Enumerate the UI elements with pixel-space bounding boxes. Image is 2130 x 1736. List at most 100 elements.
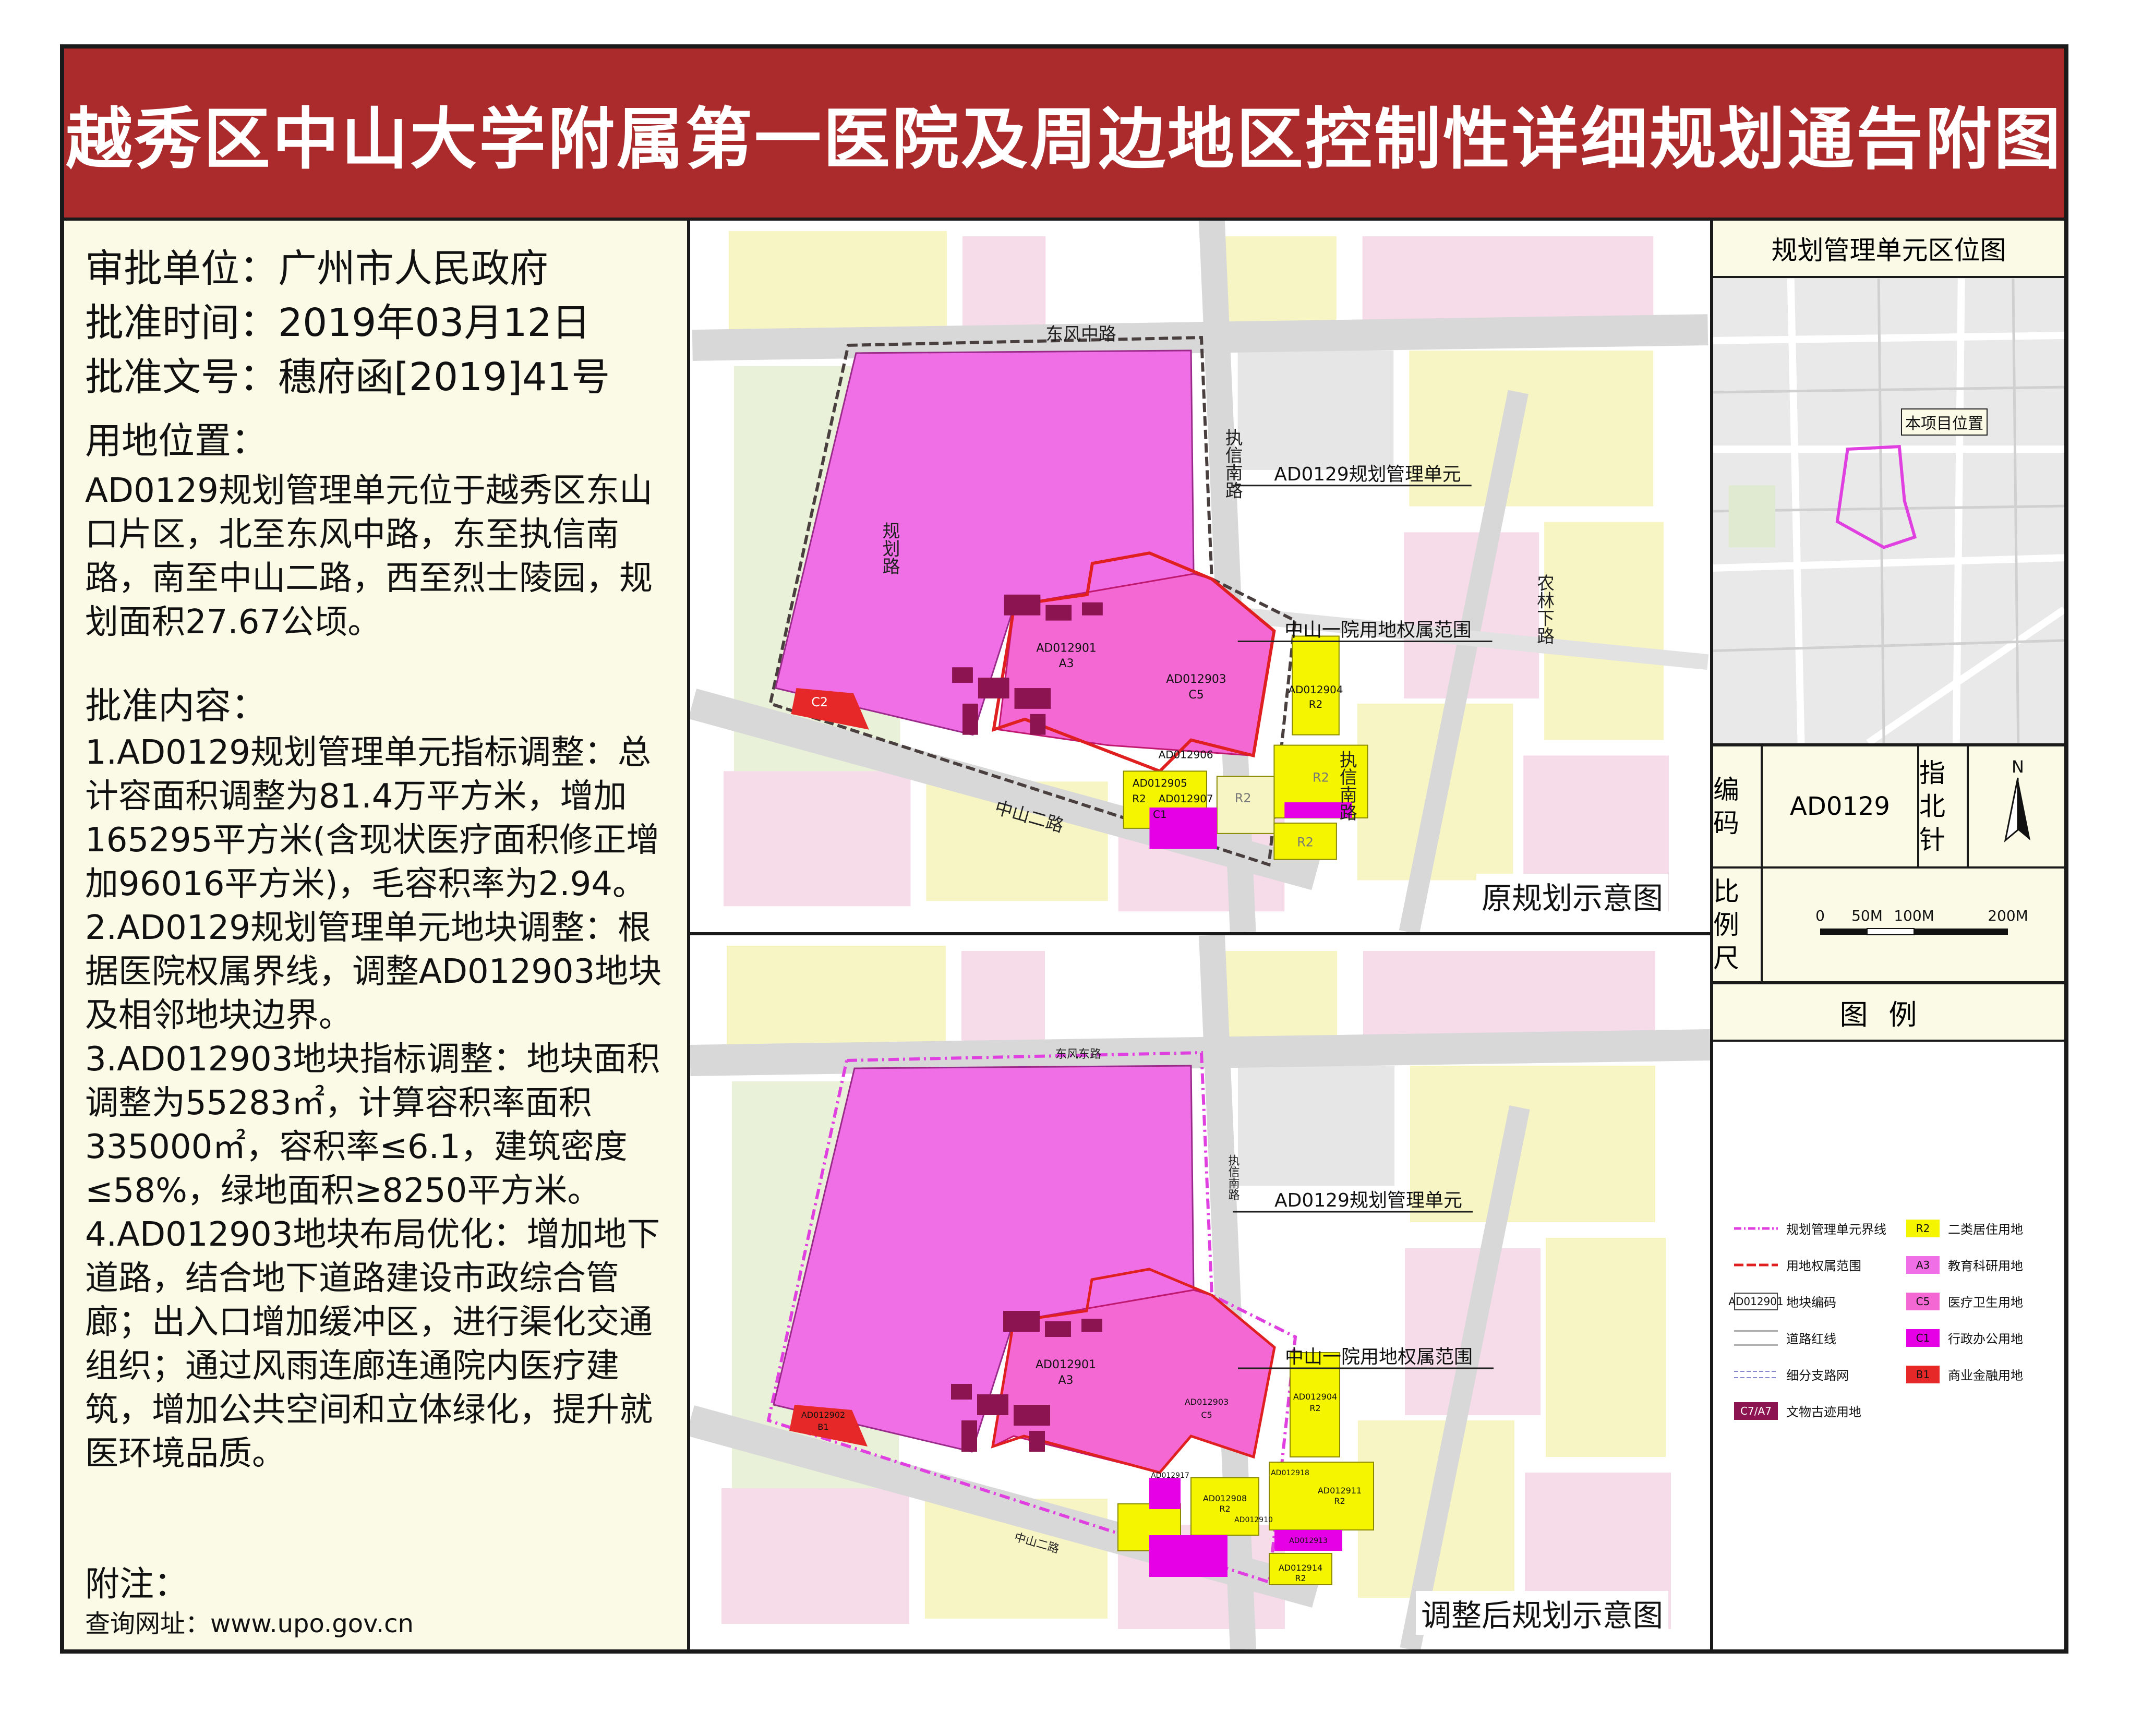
legend-a3: A3 教育科研用地 <box>1906 1256 2023 1274</box>
map-frame: 越秀区中山大学附属第一医院及周边地区控制性详细规划通告附图 审批单位：广州市人民… <box>60 44 2068 1654</box>
content-item-4: 4.AD012903地块布局优化：增加地下道路，结合地下道路建设市政综合管廊；出… <box>85 1215 660 1473</box>
legend-heritage: C7/A7 文物古迹用地 <box>1734 1402 1861 1420</box>
parcel-901-code: AD012901 <box>1036 642 1096 655</box>
callout-unit: AD0129规划管理单元 <box>1274 464 1461 485</box>
parcel-918-code: AD012918 <box>1271 1469 1309 1477</box>
scale-bar: 0 50M 100M 200M <box>1763 869 2067 981</box>
north-arrow-label: 指北针 <box>1919 746 1969 866</box>
parcel-901-use: A3 <box>1058 1374 1073 1387</box>
parcel-911-code: AD012911 <box>1318 1486 1362 1496</box>
note-title: 附注： <box>85 1564 188 1604</box>
road-east-label: 执信南路 <box>1222 428 1243 499</box>
parcel-c1-912 <box>1149 1535 1228 1577</box>
parcel-917-code: AD012917 <box>1151 1472 1189 1480</box>
location-text: AD0129规划管理单元位于越秀区东山口片区，北至东风中路，东至执信南路，南至中… <box>85 472 653 642</box>
road-west-label: 规划路 <box>880 522 900 575</box>
parcel-903-code: AD012903 <box>1166 673 1226 686</box>
branch-road-swatch <box>1734 1370 1778 1378</box>
content-item-2: 2.AD0129规划管理单元地块调整：根据医院权属界线，调整AD012903地块… <box>85 909 662 1035</box>
parcel-c1-label: C1 <box>1153 809 1167 821</box>
scale-row: 比例尺 0 50M 100M 200M <box>1713 869 2064 984</box>
parcel-r2b-label: R2 <box>1235 791 1251 805</box>
scale-tick-200: 200M <box>1988 907 2028 924</box>
parcel-914-use: R2 <box>1295 1573 1306 1583</box>
parcel-r2c-label: R2 <box>1297 835 1314 850</box>
road-north-label: 东风中路 <box>1045 324 1116 344</box>
info-panel: 审批单位：广州市人民政府 批准时间：2019年03月12日 批准文号：穗府函[2… <box>64 221 690 1649</box>
parcel-903-use: C5 <box>1201 1410 1212 1420</box>
svg-text:N: N <box>2012 757 2024 777</box>
parcel-907-code: AD012907 <box>1159 793 1213 805</box>
north-arrow-icon: N <box>2004 757 2030 842</box>
location-map: 本项目位置 <box>1713 278 2064 746</box>
road-east2-label: 执信南路 <box>1337 750 1357 821</box>
parcel-c2-label: C2 <box>811 695 828 709</box>
location-map-svg <box>1713 278 2064 743</box>
adjusted-plan-map: 东风东路 执信南路 中山二路 AD012901 A3 AD012902 B1 A… <box>690 935 1710 1649</box>
legend-c1: C1 行政办公用地 <box>1906 1329 2023 1347</box>
code-label: 编码 <box>1713 746 1763 866</box>
callout-hospital: 中山一院用地权属范围 <box>1284 619 1471 641</box>
road-far-east-label: 农林下路 <box>1534 574 1555 645</box>
approval-date: 批准时间：2019年03月12日 <box>85 300 591 345</box>
title-bar: 越秀区中山大学附属第一医院及周边地区控制性详细规划通告附图 <box>64 49 2064 221</box>
code-value: AD0129 <box>1763 746 1919 866</box>
parcel-c1-917 <box>1149 1478 1181 1509</box>
approval-number: 批准文号：穗府函[2019]41号 <box>85 355 610 400</box>
unit-boundary-swatch <box>1734 1227 1778 1229</box>
legend-parcel-code: AD012901 地块编码 <box>1728 1292 1836 1310</box>
scale-tick-0: 0 <box>1815 907 1825 924</box>
approval-unit: 审批单位：广州市人民政府 <box>85 246 548 291</box>
parcel-r2a-label: R2 <box>1313 770 1329 785</box>
parcel-904-code: AD012904 <box>1289 684 1343 696</box>
ownership-swatch <box>1734 1263 1778 1266</box>
legend-unit-boundary: 规划管理单元界线 <box>1734 1219 1886 1237</box>
content-item-3: 3.AD012903地块指标调整：地块面积调整为55283㎡，计算容积率面积33… <box>85 1040 660 1210</box>
parcel-908-use: R2 <box>1219 1504 1230 1514</box>
legend: 规划管理单元界线 用地权属范围 AD012901 地块编码 道路红线 细分支路网… <box>1713 1042 2064 1649</box>
legend-r2: R2 二类居住用地 <box>1906 1219 2023 1237</box>
original-plan-caption: 原规划示意图 <box>1476 874 1668 918</box>
parcel-913-code: AD012913 <box>1289 1537 1328 1545</box>
parcel-905-code: AD012905 <box>1133 777 1187 789</box>
note-url: 查询网址：www.upo.gov.cn <box>85 1609 414 1638</box>
page-title: 越秀区中山大学附属第一医院及周边地区控制性详细规划通告附图 <box>65 100 2063 178</box>
parcel-902-code: AD012902 <box>801 1410 845 1420</box>
parcel-903-code: AD012903 <box>1185 1397 1229 1407</box>
legend-branch-road: 细分支路网 <box>1734 1365 1849 1383</box>
location-title: 用地位置： <box>85 419 268 462</box>
code-row: 编码 AD0129 指北针 N <box>1713 746 2064 869</box>
road-north-label: 东风东路 <box>1055 1048 1101 1061</box>
parcel-901-code: AD012901 <box>1036 1358 1096 1371</box>
parcel-904-use: R2 <box>1309 1403 1320 1413</box>
parcel-906-code: AD012906 <box>1159 749 1213 761</box>
scale-tick-50: 50M <box>1851 907 1883 924</box>
legend-ownership: 用地权属范围 <box>1734 1256 1861 1274</box>
parcel-904-use: R2 <box>1309 698 1323 710</box>
adjusted-plan-caption: 调整后规划示意图 <box>1415 1591 1668 1635</box>
callout-unit: AD0129规划管理单元 <box>1274 1190 1462 1211</box>
parcel-905-use: R2 <box>1132 793 1146 805</box>
original-plan-map: 东风中路 执信南路 规划路 中山二路 执信南路 农林下路 AD012901 A3… <box>690 221 1710 935</box>
project-location-label: 本项目位置 <box>1901 408 1988 436</box>
legend-road-red: 道路红线 <box>1734 1329 1836 1347</box>
legend-c5: C5 医疗卫生用地 <box>1906 1292 2023 1310</box>
parcel-908-code: AD012908 <box>1203 1493 1247 1503</box>
legend-title: 图例 <box>1713 984 2064 1042</box>
side-panel: 规划管理单元区位图 本项目位置 编码 AD0129 指北针 N 比例尺 0 50… <box>1710 221 2064 1649</box>
road-east-label: 执信南路 <box>1226 1154 1240 1200</box>
scale-tick-100: 100M <box>1894 907 1934 924</box>
adjusted-plan-svg: 东风东路 执信南路 中山二路 AD012901 A3 AD012902 B1 A… <box>690 935 1710 1649</box>
parcel-904-code: AD012904 <box>1293 1392 1337 1402</box>
original-plan-svg: 东风中路 执信南路 规划路 中山二路 执信南路 农林下路 AD012901 A3… <box>690 221 1709 932</box>
parcel-902-use: B1 <box>817 1422 828 1432</box>
parcel-903-use: C5 <box>1188 689 1204 702</box>
parcel-901-use: A3 <box>1059 657 1074 670</box>
north-arrow: N <box>1969 746 2067 866</box>
scale-label: 比例尺 <box>1713 869 1763 981</box>
content-title: 批准内容： <box>85 684 268 727</box>
callout-hospital: 中山一院用地权属范围 <box>1285 1346 1473 1368</box>
content-item-1: 1.AD0129规划管理单元指标调整：总计容面积调整为81.4万平方米，增加16… <box>85 733 660 903</box>
parcel-910-code: AD012910 <box>1234 1516 1273 1524</box>
location-map-title: 规划管理单元区位图 <box>1713 221 2064 278</box>
